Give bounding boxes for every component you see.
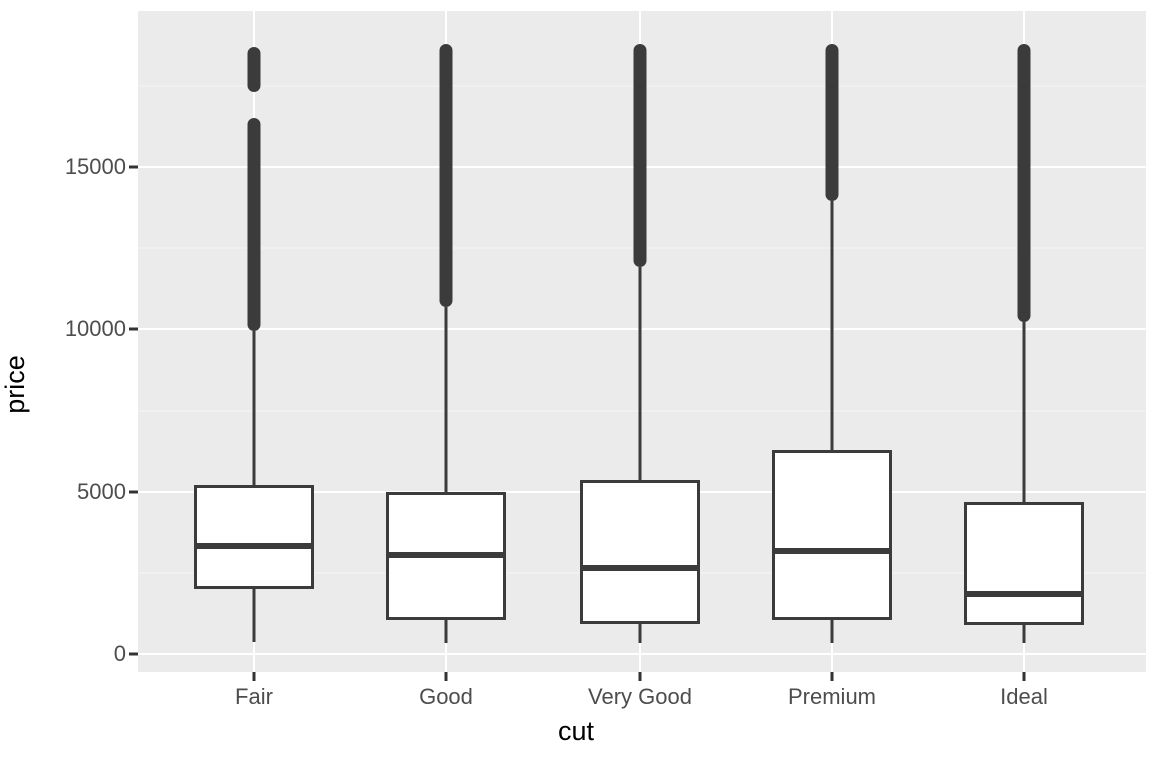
- y-axis-tick-labels: 0 5000 10000 15000: [0, 0, 126, 768]
- outlier-points: [633, 43, 647, 267]
- boxplot-figure: price 0 5000 10000 15000 cut Fair Good Very G…: [0, 0, 1152, 768]
- plot-panel: [138, 11, 1146, 672]
- x-axis-title-label: cut: [557, 716, 595, 746]
- outlier-points: [439, 44, 453, 308]
- outlier-points: [1017, 43, 1031, 322]
- y-axis-tick-label: 15000: [64, 154, 126, 179]
- box-iqr: [772, 450, 892, 620]
- outlier-points: [247, 118, 261, 331]
- x-axis-tick-label: Premium: [787, 684, 877, 709]
- x-axis-tick-mark: [638, 672, 642, 681]
- y-axis-tick-label: 10000: [64, 316, 126, 342]
- whisker-upper: [252, 330, 256, 486]
- whisker-upper: [830, 201, 834, 451]
- median-line: [580, 564, 700, 571]
- outlier-points: [247, 46, 261, 93]
- outlier-points: [825, 43, 839, 202]
- median-line: [386, 551, 506, 558]
- whisker-lower: [252, 589, 256, 643]
- x-axis-title: cut: [0, 718, 1152, 745]
- box-iqr: [964, 502, 1084, 626]
- box-iqr: [194, 485, 314, 590]
- y-axis-tick-mark: [129, 327, 138, 331]
- y-axis-tick-label: 0: [113, 641, 126, 666]
- x-axis-tick-mark: [252, 672, 256, 681]
- y-axis-tick-mark: [129, 490, 138, 494]
- gridline-major-horizontal: [138, 328, 1146, 331]
- gridline-minor-horizontal: [138, 410, 1146, 411]
- median-line: [772, 548, 892, 555]
- whisker-lower: [1022, 625, 1026, 643]
- whisker-lower: [830, 619, 834, 644]
- box-iqr: [580, 479, 700, 625]
- whisker-upper: [1022, 321, 1026, 503]
- y-axis-tick-mark: [129, 165, 138, 169]
- x-axis-tick-label: Good: [419, 684, 473, 709]
- whisker-upper: [444, 307, 448, 492]
- x-axis-tick-mark: [444, 672, 448, 681]
- x-axis-tick-mark: [1022, 672, 1026, 681]
- y-axis-tick-mark: [129, 652, 138, 656]
- median-line: [194, 543, 314, 550]
- y-axis-tick-label: 5000: [77, 478, 126, 504]
- whisker-lower: [638, 624, 642, 644]
- whisker-upper: [638, 266, 642, 480]
- median-line: [964, 590, 1084, 597]
- x-axis-tick-label: Very Good: [588, 684, 692, 709]
- x-axis-tick-label: Fair: [235, 684, 273, 709]
- x-axis-tick-label: Ideal: [1000, 684, 1048, 709]
- whisker-lower: [444, 619, 448, 644]
- gridline-major-horizontal: [138, 653, 1146, 655]
- x-axis-tick-mark: [830, 672, 834, 681]
